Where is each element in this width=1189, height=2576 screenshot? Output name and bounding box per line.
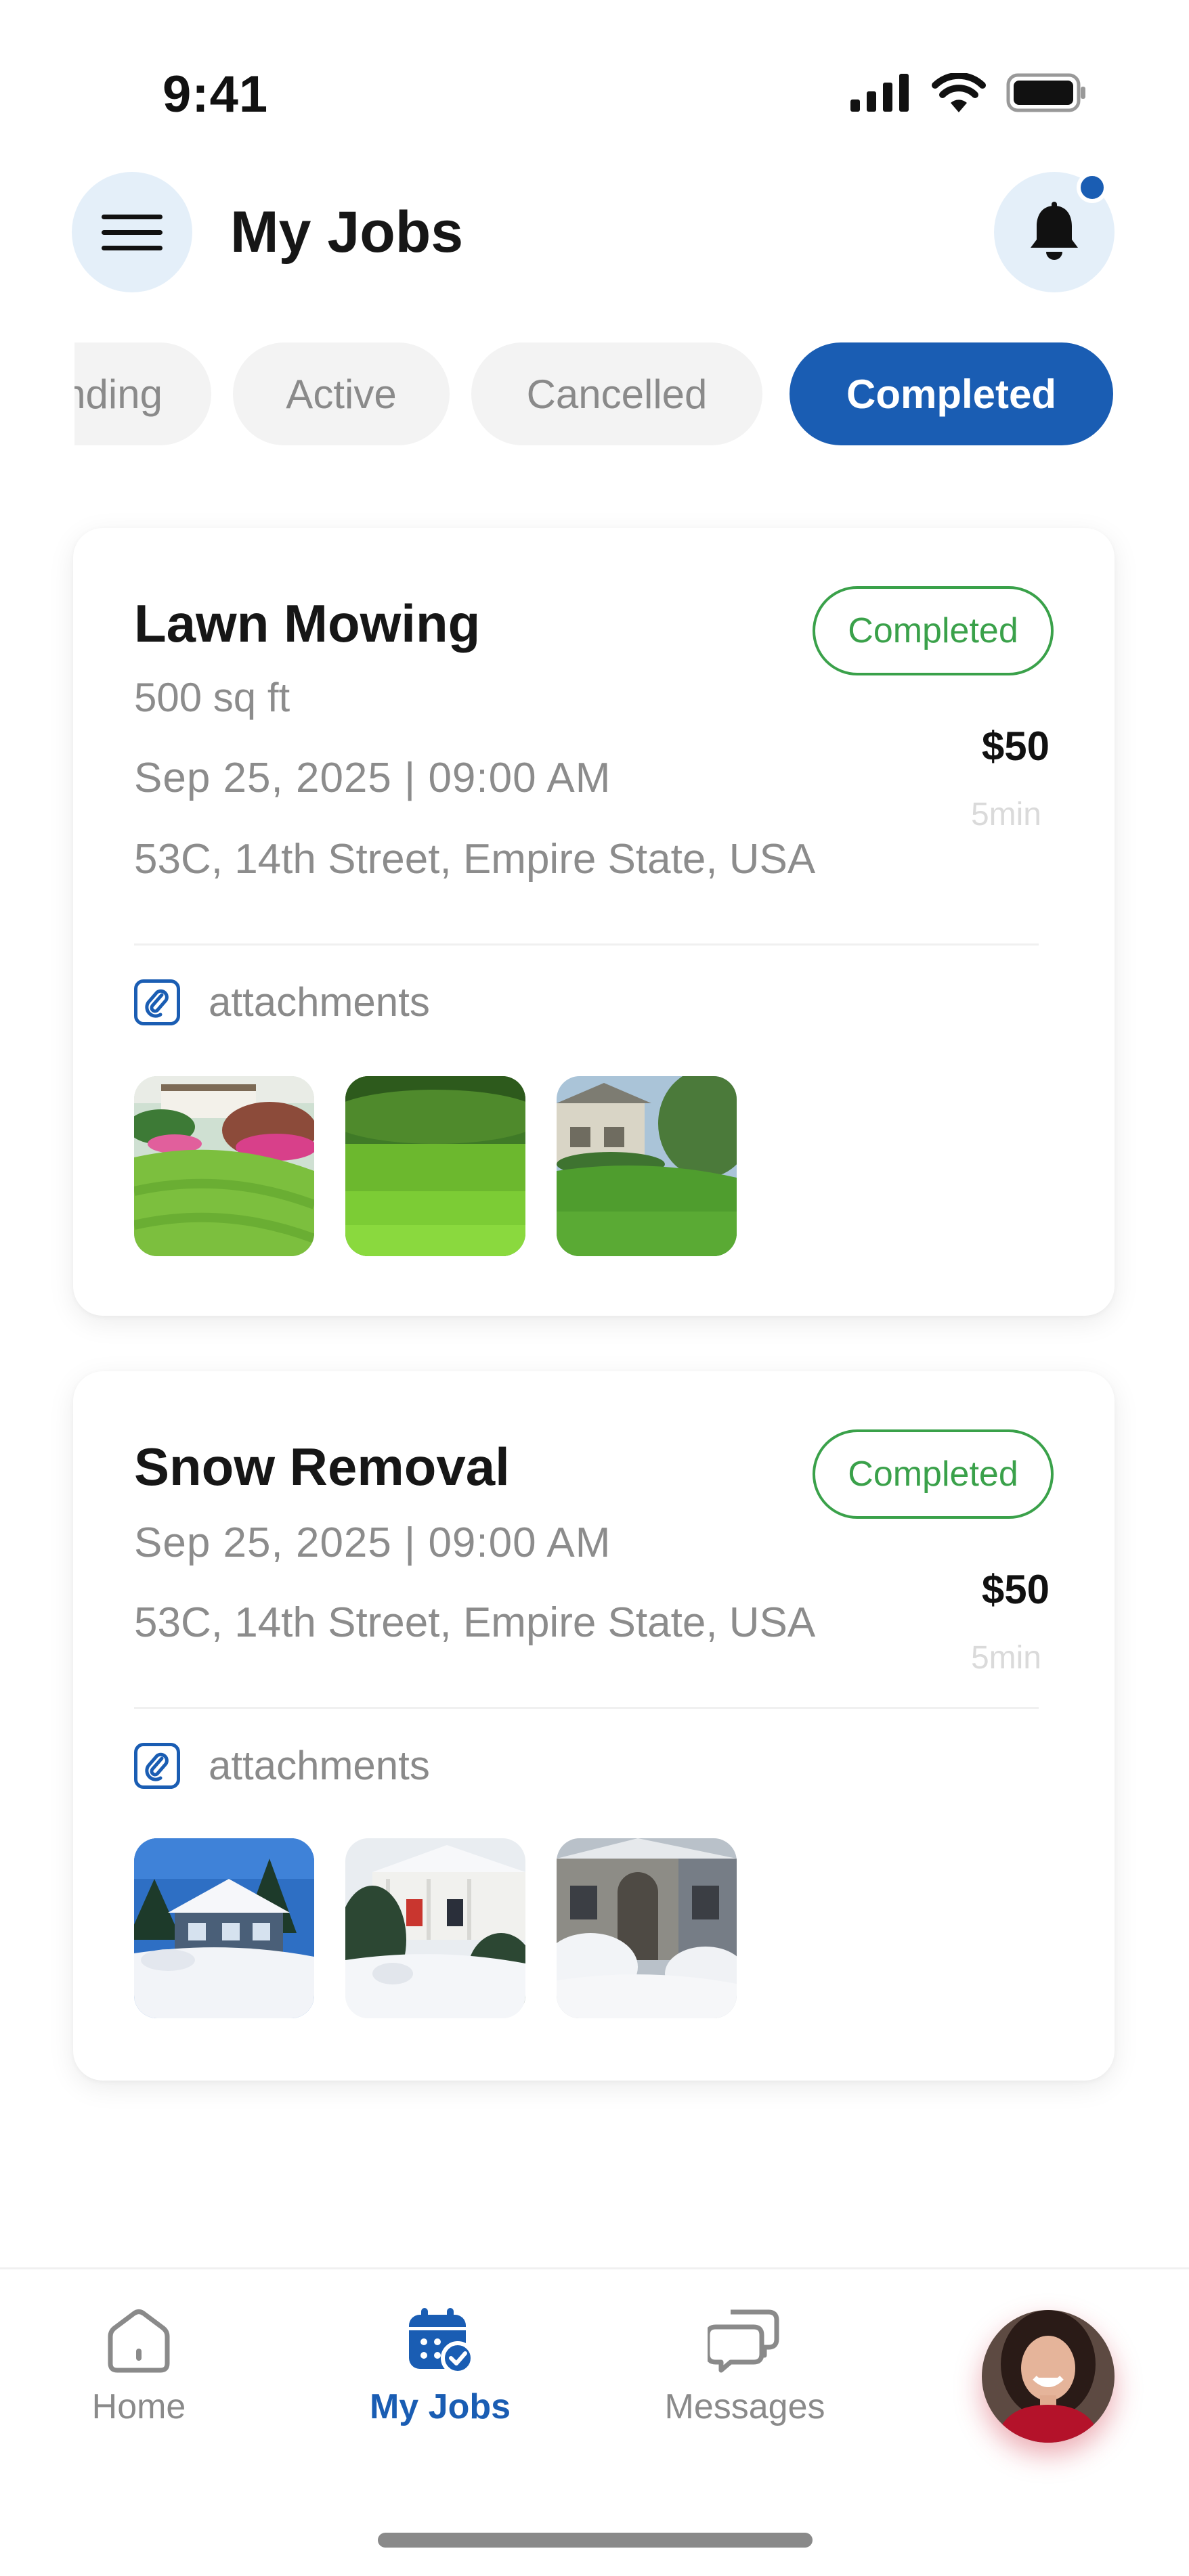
home-indicator bbox=[378, 2533, 813, 2548]
job-duration: 5min bbox=[970, 1640, 1041, 1676]
house-lawn-photo[interactable] bbox=[557, 1076, 737, 1256]
wifi-icon bbox=[932, 73, 986, 112]
tabs-fade bbox=[0, 338, 74, 447]
job-date: Sep 25, 2025 | 09:00 AM bbox=[134, 755, 611, 801]
nav-messages[interactable]: Messages bbox=[643, 2307, 846, 2427]
close-grass-photo[interactable] bbox=[345, 1076, 525, 1256]
chat-bubbles-icon bbox=[708, 2309, 779, 2373]
status-bar: 9:41 bbox=[0, 0, 1189, 135]
job-price: $50 bbox=[981, 724, 1050, 769]
job-price: $50 bbox=[981, 1567, 1050, 1612]
status-time: 9:41 bbox=[163, 66, 269, 123]
profile-avatar[interactable] bbox=[982, 2310, 1115, 2443]
card-divider bbox=[134, 943, 1039, 946]
tab-cancelled-label: Cancelled bbox=[526, 371, 708, 417]
status-badge: Completed bbox=[813, 1429, 1054, 1519]
status-icons bbox=[850, 73, 1087, 112]
notification-dot bbox=[1077, 172, 1108, 203]
home-icon bbox=[108, 2309, 170, 2373]
card-divider bbox=[134, 1707, 1039, 1709]
nav-messages-label: Messages bbox=[664, 2387, 825, 2426]
nav-home-label: Home bbox=[91, 2387, 186, 2426]
job-size: 500 sq ft bbox=[134, 675, 290, 720]
attachment-icon bbox=[134, 1742, 180, 1789]
job-address: 53C, 14th Street, Empire State, USA bbox=[134, 1599, 816, 1646]
tab-cancelled[interactable]: Cancelled bbox=[471, 342, 762, 445]
snowy-house-photo[interactable] bbox=[134, 1838, 314, 2018]
header: My Jobs bbox=[0, 169, 1189, 292]
snowy-yard-photo[interactable] bbox=[557, 1838, 737, 2018]
job-address: 53C, 14th Street, Empire State, USA bbox=[134, 836, 816, 883]
attachments-header: attachments bbox=[134, 1742, 430, 1789]
status-tabs: nding Active Cancelled Completed bbox=[0, 338, 1189, 447]
notifications-button[interactable] bbox=[994, 172, 1115, 292]
tab-completed-label: Completed bbox=[846, 371, 1057, 417]
tab-active-label: Active bbox=[286, 371, 397, 417]
attachments-label: attachments bbox=[209, 1743, 430, 1788]
job-title: Snow Removal bbox=[134, 1437, 510, 1496]
attachments-label: attachments bbox=[209, 979, 430, 1025]
battery-icon bbox=[1006, 73, 1085, 112]
tab-completed[interactable]: Completed bbox=[790, 342, 1113, 445]
tab-active[interactable]: Active bbox=[233, 342, 450, 445]
page-title: My Jobs bbox=[230, 200, 464, 265]
nav-my-jobs[interactable]: My Jobs bbox=[352, 2307, 528, 2427]
calendar-check-icon bbox=[409, 2308, 475, 2374]
garden-lawn-photo[interactable] bbox=[134, 1076, 314, 1256]
nav-home[interactable]: Home bbox=[61, 2307, 217, 2427]
job-title: Lawn Mowing bbox=[134, 594, 481, 653]
attachment-icon bbox=[134, 979, 180, 1025]
attachments-header: attachments bbox=[134, 979, 430, 1025]
snowy-porch-photo[interactable] bbox=[345, 1838, 525, 2018]
job-card[interactable]: Snow Removal Completed Sep 25, 2025 | 09… bbox=[73, 1371, 1115, 2081]
job-date: Sep 25, 2025 | 09:00 AM bbox=[134, 1519, 611, 1566]
attachments-list bbox=[134, 1076, 737, 1256]
job-card[interactable]: Lawn Mowing Completed 500 sq ft Sep 25, … bbox=[73, 528, 1115, 1316]
attachments-list bbox=[134, 1838, 737, 2018]
tab-pending-label: nding bbox=[63, 371, 163, 417]
bell-icon bbox=[1031, 202, 1078, 260]
nav-my-jobs-label: My Jobs bbox=[369, 2387, 511, 2426]
job-duration: 5min bbox=[970, 797, 1041, 832]
status-badge: Completed bbox=[813, 586, 1054, 675]
signal-icon bbox=[850, 74, 909, 112]
hamburger-menu-icon bbox=[102, 215, 163, 250]
bottom-navigation: Home My Jobs Messages bbox=[0, 2267, 1189, 2576]
menu-button[interactable] bbox=[72, 172, 192, 292]
